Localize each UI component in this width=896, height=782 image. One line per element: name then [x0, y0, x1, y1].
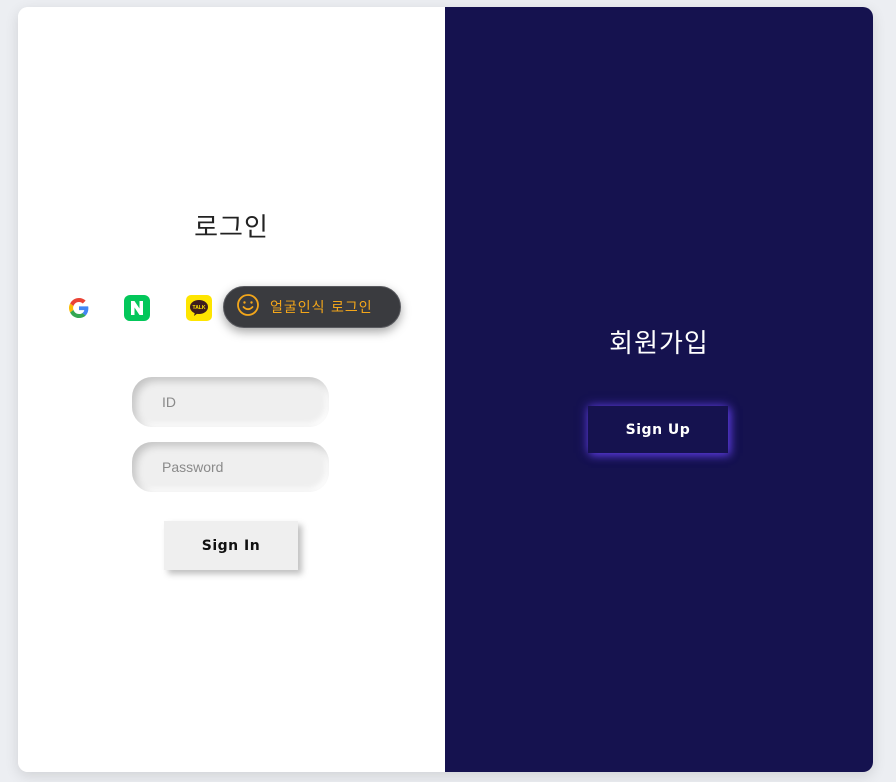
kakao-talk-icon[interactable]: TALK [186, 295, 212, 321]
face-login-label: 얼굴인식 로그인 [270, 300, 373, 316]
login-panel: 로그인 TALK 얼굴인식 로그인 ID Sign In [18, 7, 445, 772]
password-input[interactable] [132, 442, 329, 492]
face-login-button[interactable]: 얼굴인식 로그인 [223, 286, 401, 328]
id-input[interactable] [132, 377, 329, 427]
google-icon[interactable] [66, 295, 92, 321]
naver-icon[interactable] [124, 295, 150, 321]
login-title: 로그인 [194, 213, 269, 243]
auth-card: 로그인 TALK 얼굴인식 로그인 ID Sign In 회원가입 Sign U… [18, 7, 873, 772]
smiley-face-icon [236, 293, 260, 321]
sign-up-button[interactable]: Sign Up [588, 406, 728, 453]
signup-title: 회원가입 [609, 329, 709, 359]
svg-text:TALK: TALK [193, 305, 206, 311]
sign-in-button[interactable]: Sign In [164, 521, 298, 570]
signup-panel: 회원가입 Sign Up [445, 7, 873, 772]
